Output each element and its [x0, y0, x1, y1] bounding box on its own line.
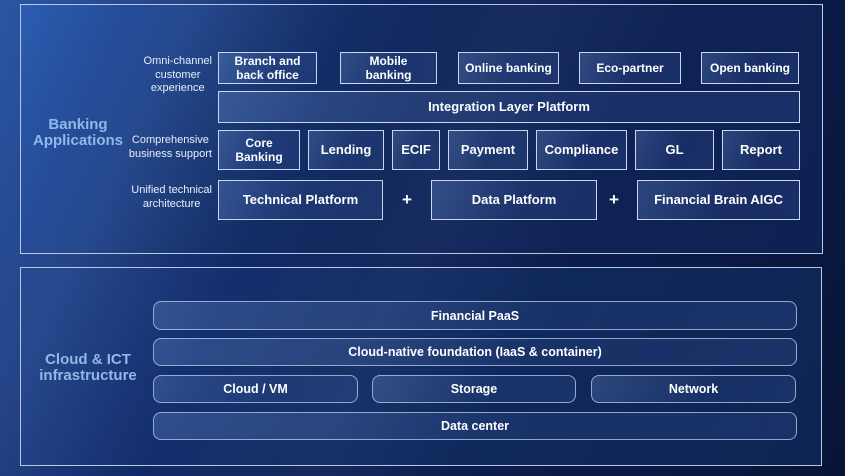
cloud-ict-title: Cloud & ICT infrastructure — [18, 352, 158, 384]
plus-sign: + — [605, 180, 623, 220]
integration-layer-bar: Integration Layer Platform — [218, 91, 800, 123]
box-financial-brain-aigc: Financial Brain AIGC — [637, 180, 800, 220]
banking-applications-title: Banking Applications — [8, 117, 148, 149]
box-eco-partner: Eco-partner — [579, 52, 681, 84]
box-report: Report — [722, 130, 800, 170]
architecture-diagram: Banking Applications Omni-channel custom… — [0, 0, 845, 476]
box-data-platform: Data Platform — [431, 180, 597, 220]
box-cloud-native-foundation: Cloud-native foundation (IaaS & containe… — [153, 338, 797, 366]
box-core-banking: Core Banking — [218, 130, 300, 170]
row-label-unified-technical-architecture: Unified technical architecture — [131, 184, 212, 211]
box-financial-paas: Financial PaaS — [153, 301, 797, 330]
box-gl: GL — [635, 130, 714, 170]
box-branch-back-office: Branch and back office — [218, 52, 317, 84]
plus-sign: + — [398, 180, 416, 220]
box-compliance: Compliance — [536, 130, 627, 170]
box-lending: Lending — [308, 130, 384, 170]
row-label-comprehensive-business-support: Comprehensive business support — [129, 134, 212, 161]
box-technical-platform: Technical Platform — [218, 180, 383, 220]
box-storage: Storage — [372, 375, 576, 403]
box-data-center: Data center — [153, 412, 797, 440]
box-ecif: ECIF — [392, 130, 440, 170]
box-cloud-vm: Cloud / VM — [153, 375, 358, 403]
box-payment: Payment — [448, 130, 528, 170]
row-label-omni-channel: Omni-channel customer experience — [144, 55, 212, 96]
box-mobile-banking: Mobile banking — [340, 52, 437, 84]
box-network: Network — [591, 375, 796, 403]
box-online-banking: Online banking — [458, 52, 559, 84]
box-open-banking: Open banking — [701, 52, 799, 84]
